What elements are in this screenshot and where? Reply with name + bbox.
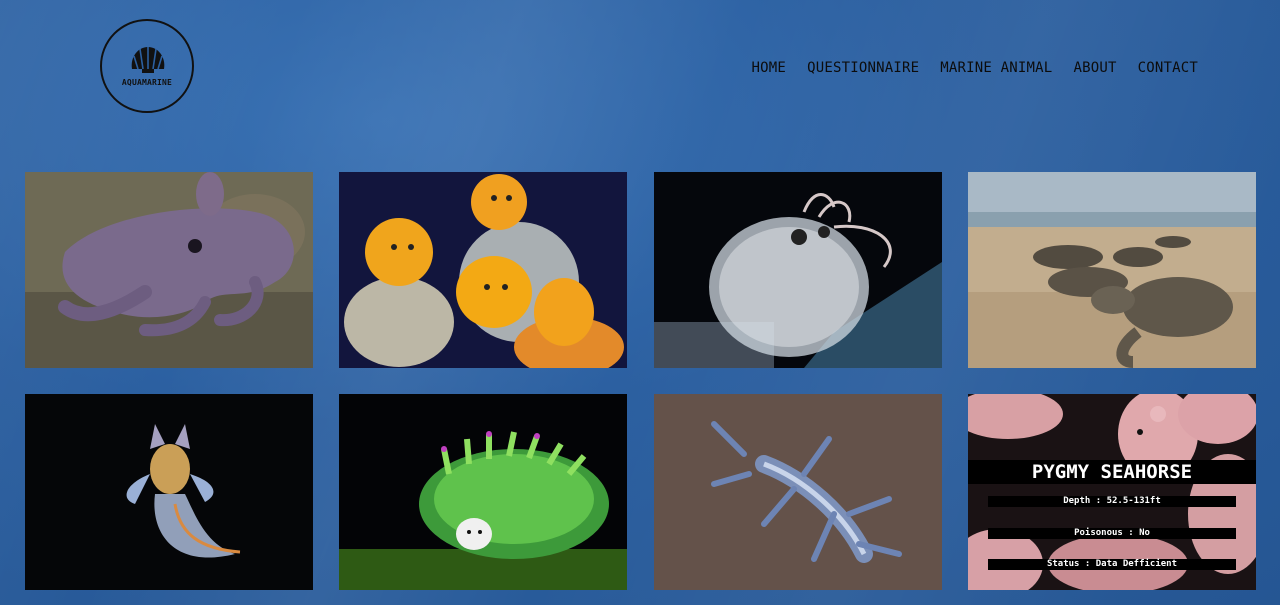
card-dumbo-octopus[interactable] — [25, 172, 313, 368]
dumbo-octopus-image — [25, 172, 313, 368]
nav-about[interactable]: ABOUT — [1073, 60, 1116, 76]
nav-home[interactable]: HOME — [752, 60, 787, 76]
main-nav: HOME QUESTIONNAIRE MARINE ANIMAL ABOUT C… — [752, 60, 1198, 76]
animal-depth: Depth : 52.5-131ft — [988, 496, 1236, 507]
logo-text: AQUAMARINE — [121, 78, 173, 87]
animal-poisonous: Poisonous : No — [988, 528, 1236, 539]
animal-status: Status : Data Defficient — [988, 559, 1236, 570]
sea-angel-image — [25, 394, 313, 590]
animal-info-overlay: PYGMY SEAHORSE Depth : 52.5-131ft Poison… — [968, 394, 1256, 590]
logo[interactable]: AQUAMARINE — [100, 19, 194, 113]
nav-questionnaire[interactable]: QUESTIONNAIRE — [807, 60, 919, 76]
yellow-frogfish-image — [339, 172, 627, 368]
blue-dragon-image — [654, 394, 942, 590]
card-yellow-frogfish[interactable] — [339, 172, 627, 368]
sea-turtle-hatchlings-image — [968, 172, 1256, 368]
card-sea-turtle-hatchlings[interactable] — [968, 172, 1256, 368]
leaf-sheep-image — [339, 394, 627, 590]
card-pygmy-seahorse[interactable]: PYGMY SEAHORSE Depth : 52.5-131ft Poison… — [968, 394, 1256, 590]
nav-contact[interactable]: CONTACT — [1138, 60, 1198, 76]
piglet-squid-image — [654, 172, 942, 368]
nav-marine-animal[interactable]: MARINE ANIMAL — [940, 60, 1052, 76]
seashell-icon — [131, 47, 165, 73]
card-sea-angel[interactable] — [25, 394, 313, 590]
card-blue-dragon[interactable] — [654, 394, 942, 590]
animal-title: PYGMY SEAHORSE — [968, 460, 1256, 484]
card-leaf-sheep[interactable] — [339, 394, 627, 590]
card-piglet-squid[interactable] — [654, 172, 942, 368]
